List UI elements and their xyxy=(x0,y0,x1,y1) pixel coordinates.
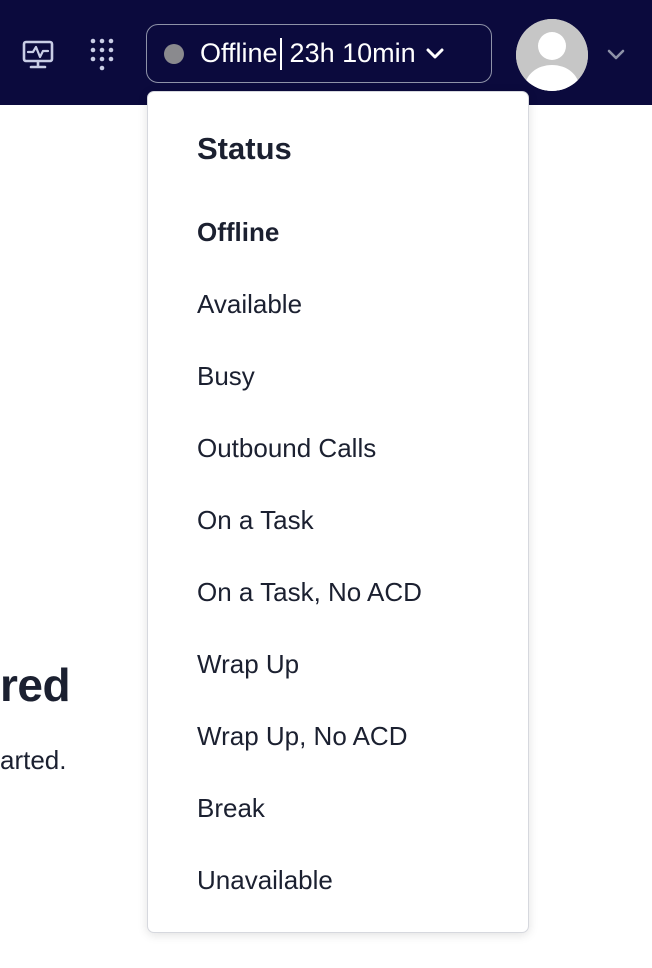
status-divider xyxy=(279,37,282,70)
status-duration-label: 23h 10min xyxy=(289,38,416,68)
status-dropdown-menu: Status Offline Available Busy Outbound C… xyxy=(147,91,529,933)
dialpad-grid-icon xyxy=(90,38,114,71)
page-heading-fragment: red xyxy=(0,659,71,711)
status-option-unavailable[interactable]: Unavailable xyxy=(148,844,528,916)
status-option-busy[interactable]: Busy xyxy=(148,340,528,412)
account-menu-chevron[interactable] xyxy=(604,43,628,67)
status-option-offline[interactable]: Offline xyxy=(148,196,528,268)
page-text-fragment: arted. xyxy=(0,745,67,775)
dialpad-button[interactable] xyxy=(82,34,122,74)
status-option-on-a-task[interactable]: On a Task xyxy=(148,484,528,556)
top-navigation-bar: Offline 23h 10min xyxy=(0,0,652,105)
status-options-list: Offline Available Busy Outbound Calls On… xyxy=(148,196,528,916)
monitor-button[interactable] xyxy=(18,34,58,74)
status-option-break[interactable]: Break xyxy=(148,772,528,844)
status-option-on-a-task-no-acd[interactable]: On a Task, No ACD xyxy=(148,556,528,628)
status-indicator-dot xyxy=(164,43,184,64)
status-text: Offline 23h 10min xyxy=(200,37,416,70)
chevron-down-icon xyxy=(607,49,625,60)
user-avatar[interactable] xyxy=(516,19,588,91)
status-option-available[interactable]: Available xyxy=(148,268,528,340)
status-state-label: Offline xyxy=(200,38,278,68)
status-option-outbound-calls[interactable]: Outbound Calls xyxy=(148,412,528,484)
monitor-icon xyxy=(22,40,54,69)
status-option-wrap-up-no-acd[interactable]: Wrap Up, No ACD xyxy=(148,700,528,772)
status-option-wrap-up[interactable]: Wrap Up xyxy=(148,628,528,700)
menu-title: Status xyxy=(197,131,292,166)
user-avatar-icon xyxy=(516,19,588,91)
status-dropdown-button[interactable]: Offline 23h 10min xyxy=(146,24,492,83)
chevron-down-icon xyxy=(426,48,444,60)
